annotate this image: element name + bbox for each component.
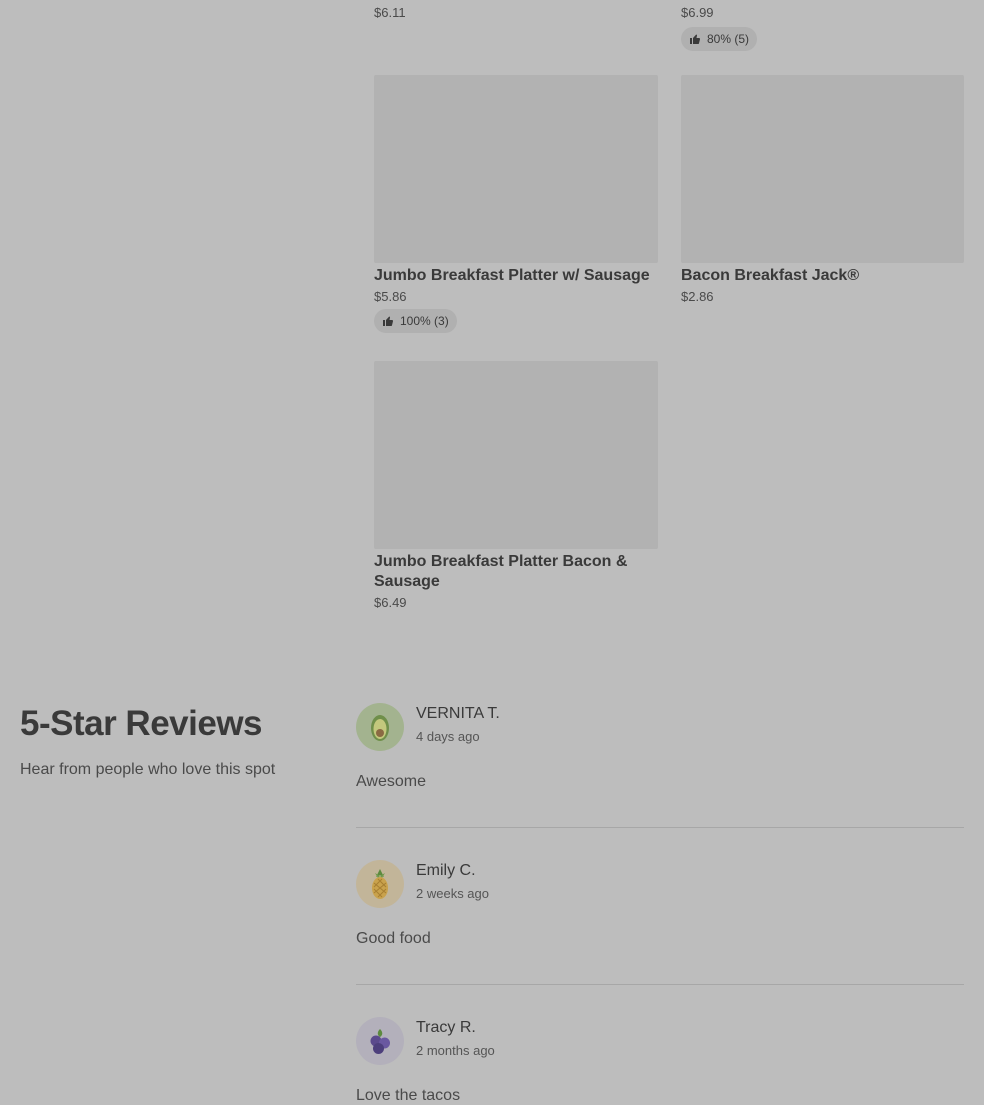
item-name[interactable]: Jumbo Breakfast Platter Bacon & Sausage	[374, 552, 658, 592]
item-name-line: Jumbo Breakfast Platter Bacon &	[374, 553, 628, 570]
rating-text: 80% (5)	[707, 32, 750, 46]
rating-badge: 100% (3)	[374, 309, 457, 333]
menu-item-card[interactable]: Jumbo Breakfast Platter w/ Sausage $5.86…	[374, 75, 658, 333]
avatar	[356, 1017, 404, 1065]
menu-item-card[interactable]: Jumbo Breakfast Platter Bacon & Sausage …	[374, 361, 658, 610]
item-price: $6.11	[374, 5, 406, 20]
review-text: Awesome	[356, 773, 426, 790]
avatar	[356, 703, 404, 751]
item-name-line: Sausage	[374, 573, 440, 590]
item-price: $6.49	[374, 595, 407, 610]
section-subtitle: Hear from people who love this spot	[20, 761, 276, 778]
item-image[interactable]	[681, 75, 964, 263]
rating-text: 100% (3)	[400, 314, 449, 328]
section-title: 5-Star Reviews	[20, 704, 263, 743]
item-price: $2.86	[681, 289, 714, 304]
review-item: Emily C. 2 weeks ago Good food	[356, 860, 964, 985]
review-text: Good food	[356, 930, 431, 947]
review-item: VERNITA T. 4 days ago Awesome	[356, 703, 964, 828]
item-price: $5.86	[374, 289, 407, 304]
pineapple-icon	[372, 869, 388, 899]
reviewer-name: Tracy R.	[416, 1019, 476, 1036]
item-image[interactable]	[374, 361, 658, 549]
thumbs-up-icon	[383, 316, 394, 326]
item-price: $6.99	[681, 5, 714, 20]
thumbs-up-icon	[690, 34, 701, 44]
divider	[356, 827, 964, 828]
rating-badge: 80% (5)	[681, 27, 758, 51]
item-name[interactable]: Jumbo Breakfast Platter w/ Sausage	[374, 266, 658, 286]
avatar	[356, 860, 404, 908]
review-date: 2 months ago	[416, 1043, 495, 1058]
review-date: 2 weeks ago	[416, 886, 489, 901]
avocado-icon	[371, 715, 389, 741]
review-text: Love the tacos	[356, 1087, 461, 1104]
review-item: Tracy R. 2 months ago Love the tacos	[356, 1017, 964, 1105]
blueberry-icon	[370, 1029, 390, 1054]
reviewer-name: VERNITA T.	[416, 705, 500, 722]
item-name[interactable]: Bacon Breakfast Jack®	[681, 266, 964, 286]
item-image[interactable]	[374, 75, 658, 263]
divider	[356, 984, 964, 985]
menu-item-card[interactable]: Bacon Breakfast Jack® $2.86	[681, 75, 964, 304]
reviewer-name: Emily C.	[416, 862, 476, 879]
review-date: 4 days ago	[416, 729, 480, 744]
